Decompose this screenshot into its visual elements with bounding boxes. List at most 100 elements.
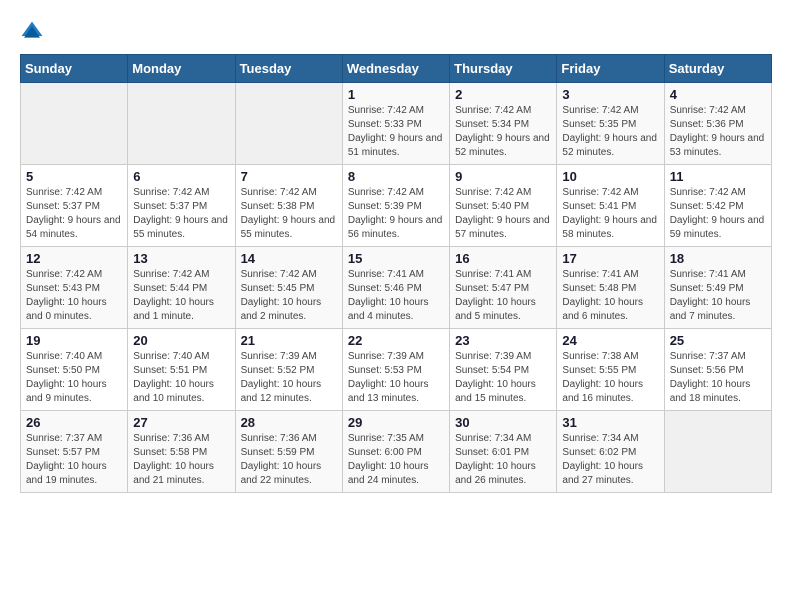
day-number: 10 xyxy=(562,169,658,184)
day-info: Sunrise: 7:40 AM Sunset: 5:50 PM Dayligh… xyxy=(26,350,122,406)
day-number: 24 xyxy=(562,333,658,348)
calendar-cell: 28Sunrise: 7:36 AM Sunset: 5:59 PM Dayli… xyxy=(235,411,342,493)
weekday-header-friday: Friday xyxy=(557,55,664,83)
day-info: Sunrise: 7:41 AM Sunset: 5:48 PM Dayligh… xyxy=(562,268,658,324)
calendar-cell: 18Sunrise: 7:41 AM Sunset: 5:49 PM Dayli… xyxy=(664,247,771,329)
day-info: Sunrise: 7:42 AM Sunset: 5:41 PM Dayligh… xyxy=(562,186,658,242)
calendar-cell: 26 Sunrise: 7:37 AM Sunset: 5:57 PM Dayli… xyxy=(21,411,128,493)
weekday-header-monday: Monday xyxy=(128,55,235,83)
calendar-week-row: 26 Sunrise: 7:37 AM Sunset: 5:57 PM Dayli… xyxy=(21,411,772,493)
day-info: Sunrise: 7:42 AM Sunset: 5:42 PM Dayligh… xyxy=(670,186,766,242)
calendar-cell: 29 Sunrise: 7:35 AM Sunset: 6:00 PM Dayli… xyxy=(342,411,449,493)
calendar-cell: 4 Sunrise: 7:42 AM Sunset: 5:36 PM Daylig… xyxy=(664,83,771,165)
day-info: Sunrise: 7:42 AM Sunset: 5:34 PM Dayligh… xyxy=(455,104,551,160)
day-info: Sunrise: 7:37 AM Sunset: 5:57 PM Dayligh… xyxy=(26,432,122,488)
day-number: 16 xyxy=(455,251,551,266)
day-info: Sunrise: 7:42 AM Sunset: 5:35 PM Dayligh… xyxy=(562,104,658,160)
day-info: Sunrise: 7:42 AM Sunset: 5:37 PM Dayligh… xyxy=(133,186,229,242)
weekday-header-sunday: Sunday xyxy=(21,55,128,83)
calendar-cell: 15 Sunrise: 7:41 AM Sunset: 5:46 PM Dayli… xyxy=(342,247,449,329)
day-number: 14 xyxy=(241,251,337,266)
calendar-cell: 6 Sunrise: 7:42 AM Sunset: 5:37 PM Daylig… xyxy=(128,165,235,247)
day-number: 20 xyxy=(133,333,229,348)
weekday-header-tuesday: Tuesday xyxy=(235,55,342,83)
day-number: 22 xyxy=(348,333,444,348)
calendar-cell: 27Sunrise: 7:36 AM Sunset: 5:58 PM Dayli… xyxy=(128,411,235,493)
day-info: Sunrise: 7:42 AM Sunset: 5:43 PM Dayligh… xyxy=(26,268,122,324)
weekday-header-wednesday: Wednesday xyxy=(342,55,449,83)
calendar-cell: 31 Sunrise: 7:34 AM Sunset: 6:02 PM Dayli… xyxy=(557,411,664,493)
calendar-cell: 5 Sunrise: 7:42 AM Sunset: 5:37 PM Daylig… xyxy=(21,165,128,247)
calendar-cell: 8Sunrise: 7:42 AM Sunset: 5:39 PM Daylig… xyxy=(342,165,449,247)
calendar-cell: 23 Sunrise: 7:39 AM Sunset: 5:54 PM Dayli… xyxy=(450,329,557,411)
day-info: Sunrise: 7:42 AM Sunset: 5:45 PM Dayligh… xyxy=(241,268,337,324)
day-number: 26 xyxy=(26,415,122,430)
day-info: Sunrise: 7:42 AM Sunset: 5:40 PM Dayligh… xyxy=(455,186,551,242)
calendar-cell: 14 Sunrise: 7:42 AM Sunset: 5:45 PM Dayli… xyxy=(235,247,342,329)
day-info: Sunrise: 7:34 AM Sunset: 6:02 PM Dayligh… xyxy=(562,432,658,488)
day-number: 23 xyxy=(455,333,551,348)
calendar-cell: 1 Sunrise: 7:42 AM Sunset: 5:33 PM Daylig… xyxy=(342,83,449,165)
day-number: 30 xyxy=(455,415,551,430)
day-info: Sunrise: 7:39 AM Sunset: 5:53 PM Dayligh… xyxy=(348,350,444,406)
calendar-cell: 20Sunrise: 7:40 AM Sunset: 5:51 PM Dayli… xyxy=(128,329,235,411)
day-info: Sunrise: 7:36 AM Sunset: 5:58 PM Dayligh… xyxy=(133,432,229,488)
calendar-cell: 9 Sunrise: 7:42 AM Sunset: 5:40 PM Daylig… xyxy=(450,165,557,247)
calendar-cell: 11 Sunrise: 7:42 AM Sunset: 5:42 PM Dayli… xyxy=(664,165,771,247)
day-info: Sunrise: 7:41 AM Sunset: 5:46 PM Dayligh… xyxy=(348,268,444,324)
calendar-cell: 22 Sunrise: 7:39 AM Sunset: 5:53 PM Dayli… xyxy=(342,329,449,411)
day-info: Sunrise: 7:42 AM Sunset: 5:33 PM Dayligh… xyxy=(348,104,444,160)
day-number: 21 xyxy=(241,333,337,348)
calendar-cell: 2 Sunrise: 7:42 AM Sunset: 5:34 PM Daylig… xyxy=(450,83,557,165)
day-number: 15 xyxy=(348,251,444,266)
day-number: 9 xyxy=(455,169,551,184)
logo xyxy=(20,20,48,44)
calendar-cell: 12 Sunrise: 7:42 AM Sunset: 5:43 PM Dayli… xyxy=(21,247,128,329)
day-info: Sunrise: 7:39 AM Sunset: 5:54 PM Dayligh… xyxy=(455,350,551,406)
day-number: 11 xyxy=(670,169,766,184)
day-number: 3 xyxy=(562,87,658,102)
day-number: 19 xyxy=(26,333,122,348)
day-info: Sunrise: 7:42 AM Sunset: 5:38 PM Dayligh… xyxy=(241,186,337,242)
day-number: 1 xyxy=(348,87,444,102)
day-info: Sunrise: 7:42 AM Sunset: 5:39 PM Dayligh… xyxy=(348,186,444,242)
weekday-header-saturday: Saturday xyxy=(664,55,771,83)
day-info: Sunrise: 7:38 AM Sunset: 5:55 PM Dayligh… xyxy=(562,350,658,406)
calendar-cell: 13Sunrise: 7:42 AM Sunset: 5:44 PM Dayli… xyxy=(128,247,235,329)
weekday-header-row: SundayMondayTuesdayWednesdayThursdayFrid… xyxy=(21,55,772,83)
calendar-cell xyxy=(128,83,235,165)
day-number: 6 xyxy=(133,169,229,184)
calendar-cell: 21 Sunrise: 7:39 AM Sunset: 5:52 PM Dayli… xyxy=(235,329,342,411)
calendar-cell: 17 Sunrise: 7:41 AM Sunset: 5:48 PM Dayli… xyxy=(557,247,664,329)
calendar-body: 1 Sunrise: 7:42 AM Sunset: 5:33 PM Daylig… xyxy=(21,83,772,493)
calendar-cell: 24 Sunrise: 7:38 AM Sunset: 5:55 PM Dayli… xyxy=(557,329,664,411)
day-number: 4 xyxy=(670,87,766,102)
day-info: Sunrise: 7:41 AM Sunset: 5:49 PM Dayligh… xyxy=(670,268,766,324)
calendar-cell xyxy=(21,83,128,165)
day-number: 31 xyxy=(562,415,658,430)
calendar-cell: 19 Sunrise: 7:40 AM Sunset: 5:50 PM Dayli… xyxy=(21,329,128,411)
day-number: 7 xyxy=(241,169,337,184)
day-number: 25 xyxy=(670,333,766,348)
page-header xyxy=(20,20,772,44)
day-info: Sunrise: 7:42 AM Sunset: 5:37 PM Dayligh… xyxy=(26,186,122,242)
calendar-week-row: 19 Sunrise: 7:40 AM Sunset: 5:50 PM Dayli… xyxy=(21,329,772,411)
day-number: 2 xyxy=(455,87,551,102)
calendar-week-row: 1 Sunrise: 7:42 AM Sunset: 5:33 PM Daylig… xyxy=(21,83,772,165)
calendar-cell: 7 Sunrise: 7:42 AM Sunset: 5:38 PM Daylig… xyxy=(235,165,342,247)
calendar-table: SundayMondayTuesdayWednesdayThursdayFrid… xyxy=(20,54,772,493)
day-info: Sunrise: 7:39 AM Sunset: 5:52 PM Dayligh… xyxy=(241,350,337,406)
day-info: Sunrise: 7:35 AM Sunset: 6:00 PM Dayligh… xyxy=(348,432,444,488)
calendar-cell: 30Sunrise: 7:34 AM Sunset: 6:01 PM Dayli… xyxy=(450,411,557,493)
day-number: 12 xyxy=(26,251,122,266)
day-number: 5 xyxy=(26,169,122,184)
day-number: 17 xyxy=(562,251,658,266)
logo-icon xyxy=(20,20,44,44)
calendar-cell: 25 Sunrise: 7:37 AM Sunset: 5:56 PM Dayli… xyxy=(664,329,771,411)
calendar-header: SundayMondayTuesdayWednesdayThursdayFrid… xyxy=(21,55,772,83)
day-info: Sunrise: 7:42 AM Sunset: 5:36 PM Dayligh… xyxy=(670,104,766,160)
calendar-cell: 3 Sunrise: 7:42 AM Sunset: 5:35 PM Daylig… xyxy=(557,83,664,165)
day-number: 29 xyxy=(348,415,444,430)
day-number: 13 xyxy=(133,251,229,266)
day-info: Sunrise: 7:37 AM Sunset: 5:56 PM Dayligh… xyxy=(670,350,766,406)
